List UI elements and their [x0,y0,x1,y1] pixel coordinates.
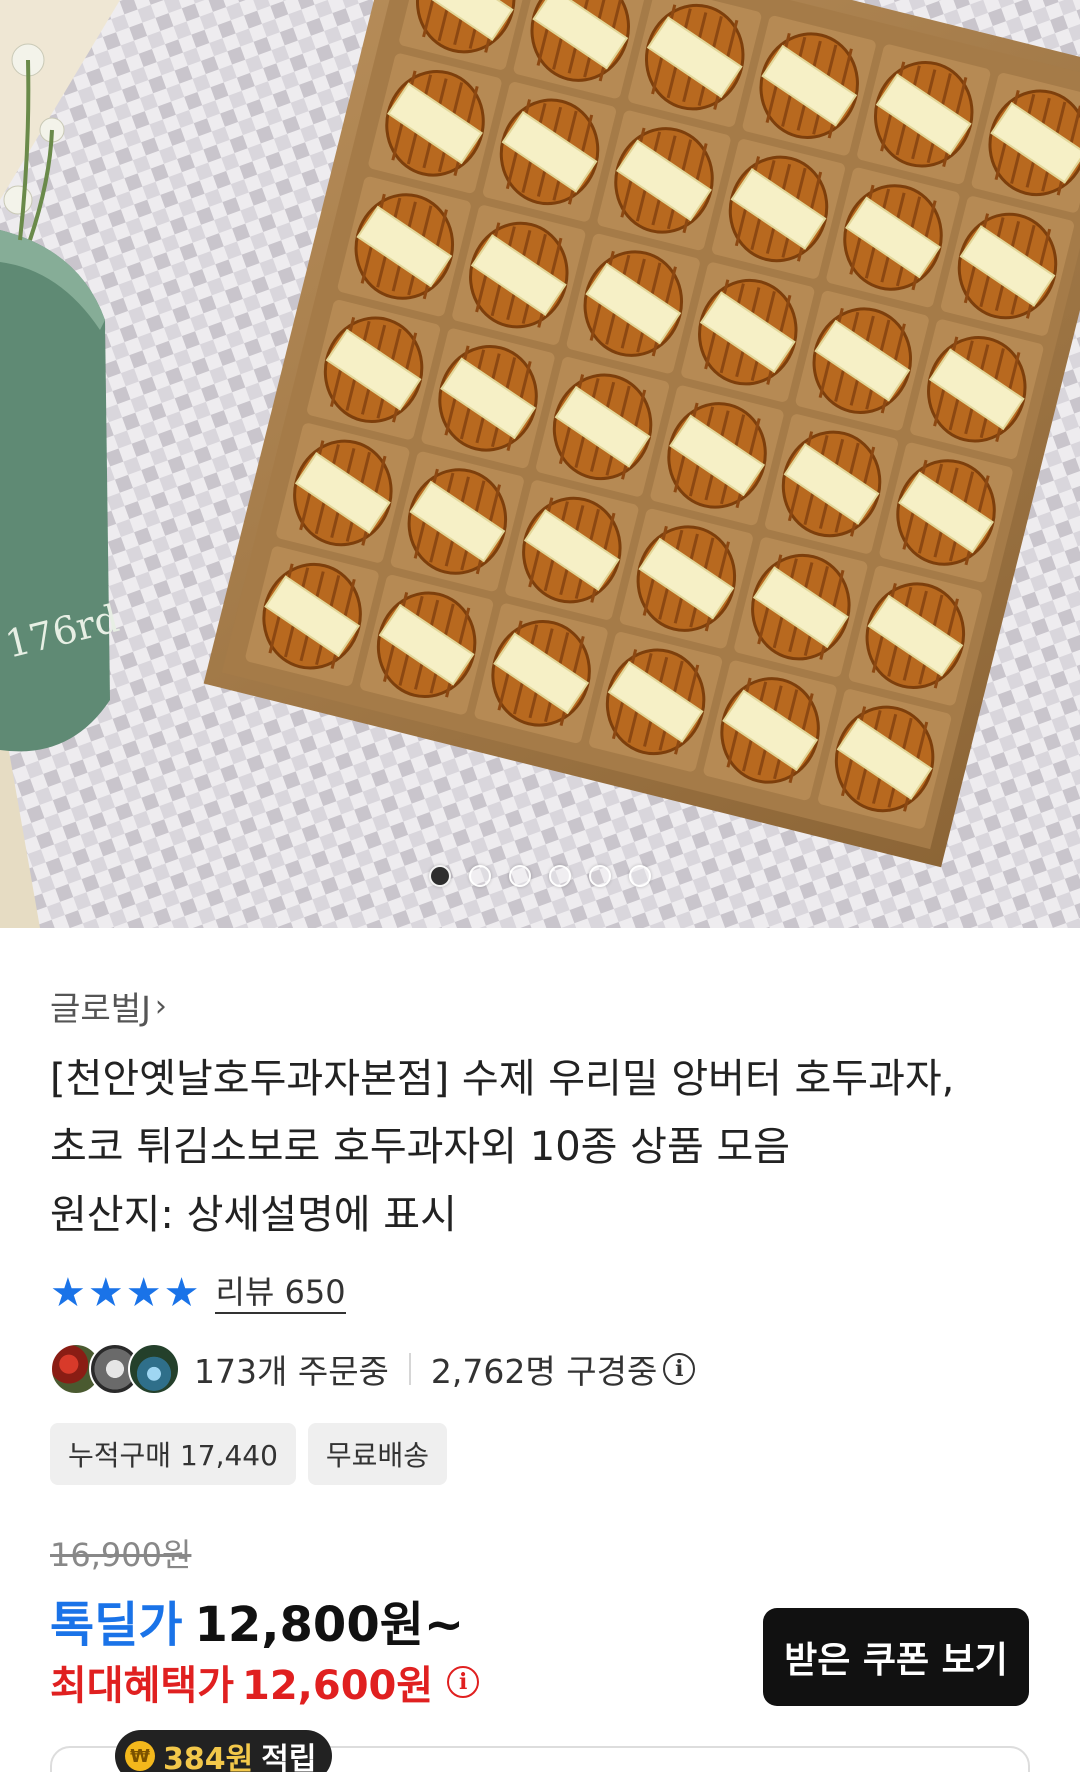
gallery-dot[interactable] [589,865,611,887]
max-benefit-row: 최대혜택가 12,600원 i [50,1653,480,1711]
gallery-pagination[interactable] [0,865,1080,887]
product-photo: 176rd [0,0,1080,928]
product-title: [천안옛날호두과자본점] 수제 우리밀 앙버터 호두과자, 초코 튀김소보로 호… [50,1045,1040,1249]
product-image-gallery[interactable]: 176rd [0,0,1080,928]
max-benefit-price: 12,600원 [242,1663,434,1709]
avatar [128,1343,180,1395]
deal-label: 톡딜가 [50,1597,183,1653]
points-badge: ₩ 384원 적립 [115,1730,333,1772]
star-icon: ★ [125,1270,162,1316]
info-icon[interactable]: i [663,1353,696,1385]
view-coupons-button[interactable]: 받은 쿠폰 보기 [763,1608,1029,1706]
product-title-line: 초코 튀김소보로 호두과자외 10종 상품 모음 [50,1124,791,1170]
gallery-dot[interactable] [469,865,491,887]
seller-link[interactable]: 글로벌J › [50,982,167,1030]
star-icon: ★ [87,1270,124,1316]
review-count-link[interactable]: 리뷰 650 [215,1272,346,1314]
coin-icon: ₩ [125,1741,155,1771]
seller-name: 글로벌J [50,989,151,1028]
points-suffix: 적립 [261,1742,317,1772]
deal-price: 12,800원~ [194,1597,465,1653]
product-origin: 원산지: 상세설명에 표시 [50,1192,457,1238]
star-icon: ★ [163,1270,200,1316]
rating-row: ★ ★ ★ ★ 리뷰 650 [50,1272,346,1314]
buyer-avatars [50,1343,180,1395]
cumulative-purchase-badge: 누적구매 17,440 [50,1423,296,1485]
gallery-dot[interactable] [509,865,531,887]
star-icon: ★ [50,1270,86,1316]
deal-price-row: 톡딜가 12,800원~ [50,1585,464,1655]
chevron-right-icon: › [154,988,167,1024]
product-title-line: [천안옛날호두과자본점] 수제 우리밀 앙버터 호두과자, [50,1056,955,1102]
social-proof-row: 173개 주문중 2,762명 구경중 i [50,1342,696,1396]
star-rating: ★ ★ ★ ★ [50,1273,199,1313]
viewing-count: 2,762명 구경중 [430,1352,658,1391]
free-shipping-badge: 무료배송 [307,1423,447,1485]
max-benefit-label: 최대혜택가 [50,1663,234,1709]
gallery-dot[interactable] [429,865,451,887]
gallery-dot[interactable] [549,865,571,887]
points-amount: 384원 [163,1742,254,1772]
ordering-count: 173개 주문중 [194,1352,389,1391]
product-badges: 누적구매 17,440 무료배송 [50,1423,447,1485]
info-icon[interactable]: i [447,1666,480,1698]
gallery-dot[interactable] [629,865,651,887]
divider [408,1353,411,1385]
original-price: 16,900원 [50,1536,192,1574]
